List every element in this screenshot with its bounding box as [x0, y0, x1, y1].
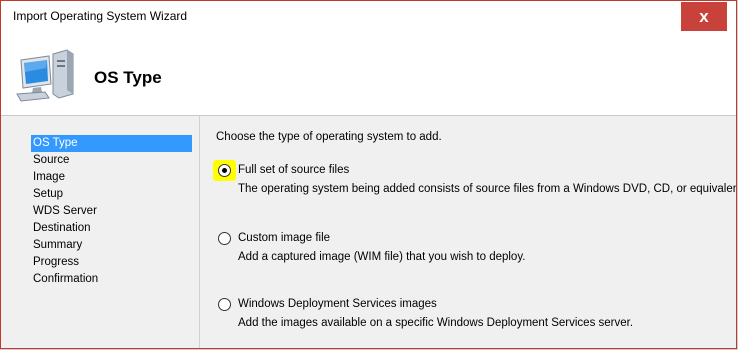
option-label[interactable]: Custom image file [238, 232, 330, 244]
wizard-window: Import Operating System Wizard x OS Type… [0, 0, 737, 349]
radio-full-source[interactable] [218, 164, 231, 177]
steps-list: OS Type Source Image Setup WDS Server De… [31, 135, 192, 288]
sidebar-item-setup[interactable]: Setup [31, 186, 192, 203]
window-title: Import Operating System Wizard [13, 9, 188, 23]
page-title: OS Type [94, 68, 162, 87]
wizard-header: OS Type [1, 32, 736, 116]
wizard-content: Choose the type of operating system to a… [200, 116, 737, 348]
sidebar-item-source[interactable]: Source [31, 152, 192, 169]
close-button[interactable]: x [681, 2, 727, 31]
sidebar-item-os-type[interactable]: OS Type [31, 135, 192, 152]
sidebar-item-destination[interactable]: Destination [31, 220, 192, 237]
sidebar-item-wds-server[interactable]: WDS Server [31, 203, 192, 220]
instruction-text: Choose the type of operating system to a… [216, 131, 442, 143]
option-description: Add the images available on a specific W… [238, 317, 634, 329]
close-icon: x [699, 6, 709, 26]
option-label[interactable]: Windows Deployment Services images [238, 298, 437, 310]
sidebar-item-summary[interactable]: Summary [31, 237, 192, 254]
option-description: Add a captured image (WIM file) that you… [238, 251, 526, 263]
radio-custom-image[interactable] [218, 232, 231, 245]
sidebar-item-image[interactable]: Image [31, 169, 192, 186]
wizard-steps-sidebar: OS Type Source Image Setup WDS Server De… [1, 116, 200, 348]
radio-wds-images[interactable] [218, 298, 231, 311]
computer-icon [16, 49, 74, 102]
sidebar-item-progress[interactable]: Progress [31, 254, 192, 271]
option-description: The operating system being added consist… [238, 183, 737, 195]
title-bar[interactable]: Import Operating System Wizard x [1, 1, 736, 32]
option-label[interactable]: Full set of source files [238, 164, 349, 176]
sidebar-item-confirmation[interactable]: Confirmation [31, 271, 192, 288]
